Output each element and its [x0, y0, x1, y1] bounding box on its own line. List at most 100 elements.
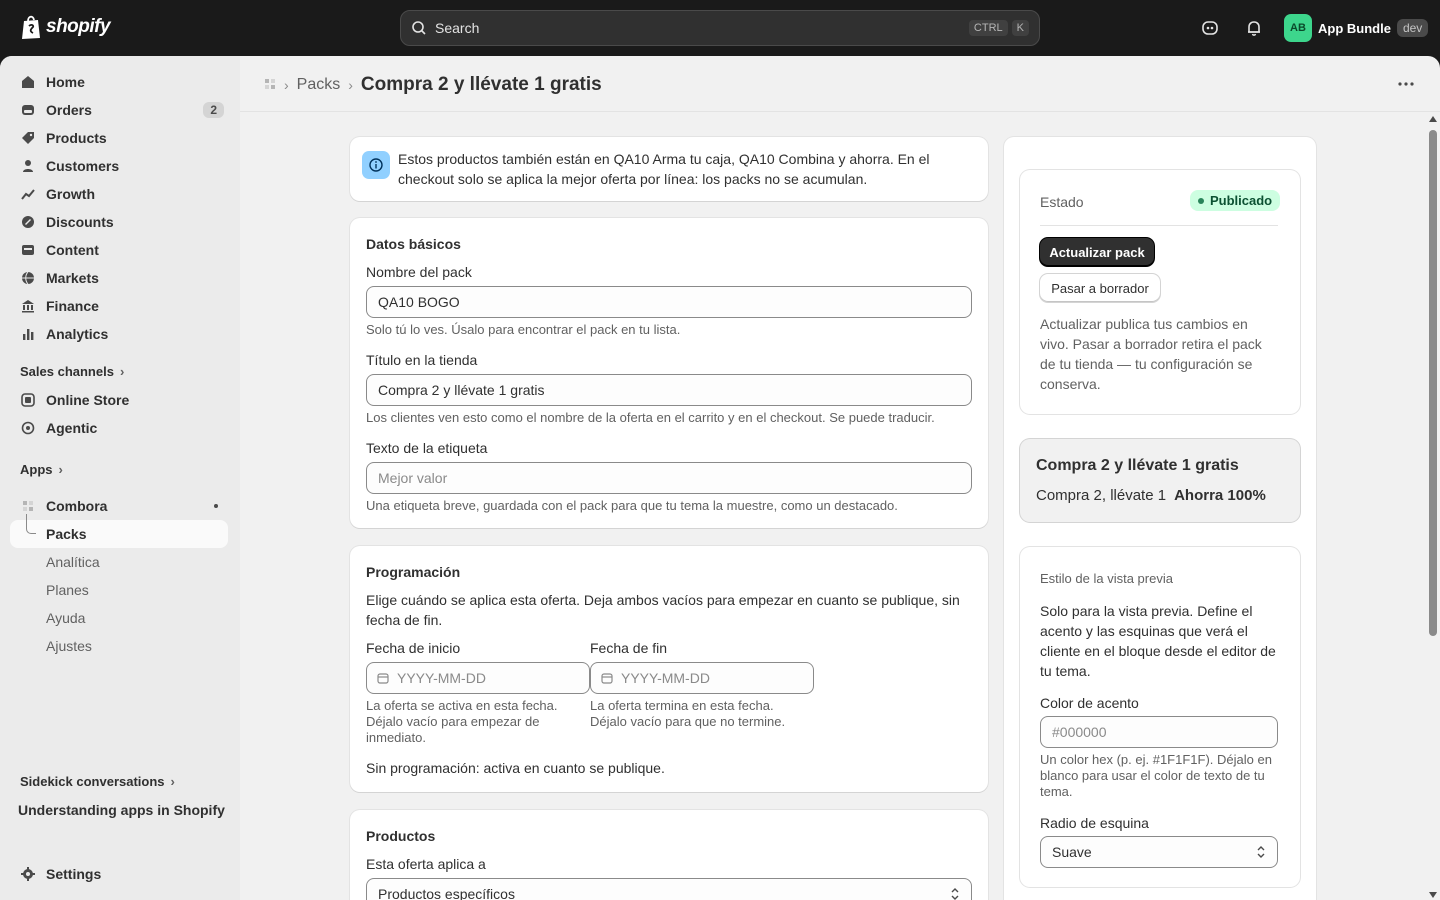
- apps-label: Apps: [20, 462, 53, 477]
- sidebar-item-online-store[interactable]: Online Store: [10, 386, 228, 414]
- sidebar-item-growth[interactable]: Growth: [10, 180, 228, 208]
- growth-icon: [20, 186, 36, 202]
- sidebar-item-label: Packs: [46, 526, 87, 542]
- search-bar[interactable]: Search CTRL K: [400, 10, 1040, 46]
- tree-connector-icon: [26, 514, 36, 534]
- update-pack-button[interactable]: Actualizar pack: [1040, 238, 1154, 266]
- end-date-help: La oferta termina en esta fecha. Déjalo …: [590, 698, 786, 729]
- accent-color-help: Un color hex (p. ej. #1F1F1F). Déjalo en…: [1040, 752, 1272, 799]
- preview-title: Compra 2 y llévate 1 gratis: [1036, 457, 1239, 474]
- schedule-card: Programación Elige cuándo se aplica esta…: [350, 546, 988, 792]
- sidebar-item-home[interactable]: Home: [10, 68, 228, 96]
- chevron-right-icon: ›: [58, 462, 63, 477]
- app-grid-icon[interactable]: [264, 78, 276, 93]
- pack-name-input[interactable]: QA10 BOGO: [366, 286, 972, 318]
- store-title-input[interactable]: Compra 2 y llévate 1 gratis: [366, 374, 972, 406]
- account-menu[interactable]: AB App Bundle dev: [1284, 14, 1429, 42]
- sidebar-item-analitica[interactable]: Analítica: [46, 554, 100, 570]
- schedule-status: Sin programación: activa en cuanto se pu…: [366, 760, 665, 776]
- corner-radius-select[interactable]: Suave: [1040, 836, 1278, 868]
- page-header: › Packs › Compra 2 y llévate 1 gratis: [240, 56, 1440, 112]
- sidekick-conversation-item[interactable]: Understanding apps in Shopify: [18, 802, 225, 818]
- chevron-right-icon: ›: [284, 77, 289, 93]
- status-dot-icon: [1198, 197, 1204, 204]
- breadcrumb-packs[interactable]: Packs: [297, 76, 341, 94]
- card-heading: Productos: [366, 828, 436, 844]
- sidekick-icon[interactable]: [1199, 17, 1221, 39]
- more-actions-icon[interactable]: [1396, 74, 1416, 94]
- chart-icon: [20, 326, 36, 342]
- shortcut-k: K: [1011, 20, 1029, 36]
- sidebar-item-content[interactable]: Content: [10, 236, 228, 264]
- status-label: Estado: [1040, 194, 1084, 210]
- sidebar-item-label: Combora: [46, 498, 108, 514]
- calendar-icon: [601, 673, 613, 684]
- select-chevron-icon: [951, 888, 959, 900]
- select-chevron-icon: [1257, 846, 1265, 858]
- sidebar-item-label: Products: [46, 130, 107, 146]
- sidebar-item-label: Home: [46, 74, 85, 90]
- sales-channels-label: Sales channels: [20, 364, 114, 379]
- sidekick-label: Sidekick conversations: [20, 774, 165, 789]
- tag-text-input[interactable]: Mejor valor: [366, 462, 972, 494]
- end-date-input[interactable]: YYYY-MM-DD: [590, 662, 814, 694]
- sidebar-item-label: Finance: [46, 298, 99, 314]
- logo-text: shopify: [46, 16, 111, 37]
- search-icon: [412, 21, 426, 35]
- sidebar-item-ajustes[interactable]: Ajustes: [46, 638, 92, 654]
- status-badge-text: Publicado: [1210, 193, 1273, 208]
- status-badge: Publicado: [1190, 190, 1281, 211]
- sidekick-header[interactable]: Sidekick conversations ›: [20, 774, 175, 789]
- sidebar: Home Orders 2 Products Customers Growth …: [0, 56, 240, 900]
- sidebar-item-ayuda[interactable]: Ayuda: [46, 610, 85, 626]
- sidebar-item-packs[interactable]: Packs: [10, 514, 228, 548]
- pack-name-label: Nombre del pack: [366, 264, 472, 280]
- end-date-placeholder: YYYY-MM-DD: [621, 670, 710, 686]
- applies-to-value: Productos específicos: [378, 886, 515, 900]
- sidebar-item-agentic[interactable]: Agentic: [10, 414, 228, 442]
- person-icon: [20, 158, 36, 174]
- sidebar-item-label: Growth: [46, 186, 95, 202]
- chevron-right-icon: ›: [348, 77, 353, 93]
- scrollbar[interactable]: [1426, 116, 1440, 900]
- gear-icon: [20, 866, 36, 882]
- sidebar-item-analytics[interactable]: Analytics: [10, 320, 228, 348]
- start-date-label: Fecha de inicio: [366, 640, 461, 656]
- chevron-right-icon: ›: [170, 774, 175, 789]
- store-title-help: Los clientes ven esto como el nombre de …: [366, 410, 935, 425]
- sidebar-item-markets[interactable]: Markets: [10, 264, 228, 292]
- sidebar-item-label: Settings: [46, 866, 102, 882]
- move-to-draft-button[interactable]: Pasar a borrador: [1040, 274, 1160, 302]
- sidebar-item-discounts[interactable]: Discounts: [10, 208, 228, 236]
- sidebar-item-combora[interactable]: Combora: [10, 492, 228, 520]
- bell-icon[interactable]: [1243, 17, 1265, 39]
- start-date-input[interactable]: YYYY-MM-DD: [366, 662, 590, 694]
- preview-style-card: Estilo de la vista previa Solo para la v…: [1020, 547, 1300, 887]
- shopify-logo[interactable]: shopify: [20, 14, 111, 40]
- basic-info-card: Datos básicos Nombre del pack QA10 BOGO …: [350, 218, 988, 528]
- tag-icon: [20, 130, 36, 146]
- sidebar-item-customers[interactable]: Customers: [10, 152, 228, 180]
- store-title-label: Título en la tienda: [366, 352, 478, 368]
- card-heading: Programación: [366, 564, 461, 580]
- sales-channels-header[interactable]: Sales channels ›: [20, 364, 124, 379]
- scroll-up-arrow-icon[interactable]: [1429, 116, 1437, 122]
- sidebar-item-planes[interactable]: Planes: [46, 582, 89, 598]
- sidebar-item-settings[interactable]: Settings: [10, 860, 228, 888]
- style-description: Solo para la vista previa. Define el ace…: [1040, 603, 1276, 679]
- applies-to-select[interactable]: Productos específicos: [366, 878, 972, 900]
- apps-header[interactable]: Apps ›: [20, 462, 63, 477]
- accent-color-label: Color de acento: [1040, 695, 1139, 711]
- avatar: AB: [1284, 14, 1312, 42]
- status-help: Actualizar publica tus cambios en vivo. …: [1040, 316, 1262, 392]
- chevron-right-icon: ›: [119, 364, 125, 379]
- agentic-icon: [20, 420, 36, 436]
- sidebar-item-products[interactable]: Products: [10, 124, 228, 152]
- start-date-placeholder: YYYY-MM-DD: [397, 670, 486, 686]
- store-icon: [20, 392, 36, 408]
- scroll-down-arrow-icon[interactable]: [1429, 892, 1437, 898]
- sidebar-item-finance[interactable]: Finance: [10, 292, 228, 320]
- accent-color-input[interactable]: #000000: [1040, 716, 1278, 748]
- scrollbar-thumb[interactable]: [1429, 130, 1437, 636]
- sidebar-item-orders[interactable]: Orders 2: [10, 96, 228, 124]
